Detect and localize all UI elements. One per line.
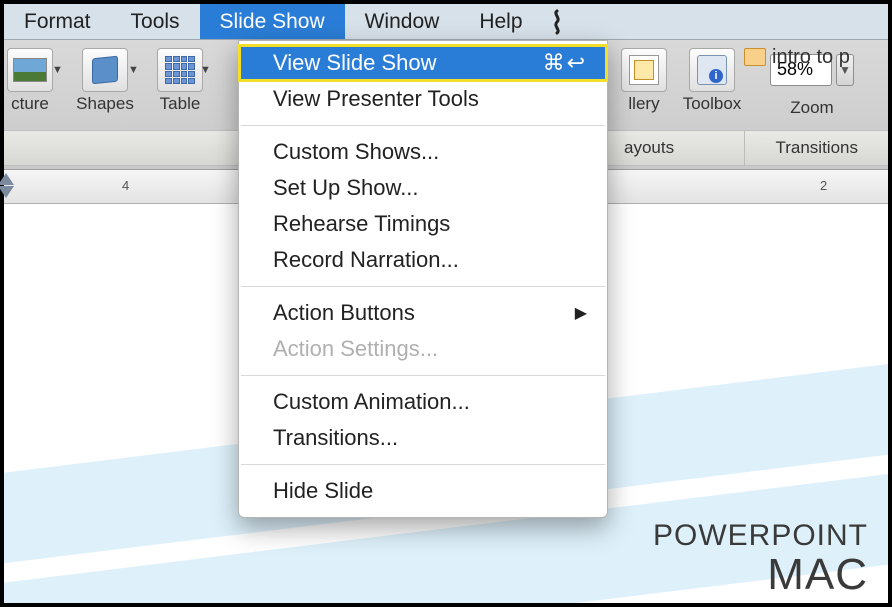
menu-item-set-up-show[interactable]: Set Up Show...	[239, 170, 607, 206]
toolbox-button[interactable]: Toolbox	[676, 46, 748, 114]
indent-bottom-icon[interactable]	[0, 186, 14, 198]
menu-format[interactable]: Format	[4, 4, 111, 39]
slide-show-dropdown: View Slide Show ⌘↩ View Presenter Tools Cus…	[238, 40, 608, 518]
watermark-line2: MAC	[653, 553, 868, 597]
picture-icon	[7, 48, 53, 92]
menu-item-action-buttons[interactable]: Action Buttons ▶	[239, 295, 607, 331]
menu-item-label: Custom Shows...	[273, 139, 439, 165]
menu-item-label: Rehearse Timings	[273, 211, 450, 237]
menu-slide-show[interactable]: Slide Show	[200, 4, 345, 39]
table-button[interactable]: Table ▼	[150, 46, 210, 114]
chevron-down-icon[interactable]: ▼	[200, 64, 211, 76]
menu-item-label: Hide Slide	[273, 478, 373, 504]
menu-item-label: Set Up Show...	[273, 175, 419, 201]
indent-top-icon[interactable]	[0, 173, 14, 185]
menu-item-view-presenter-tools[interactable]: View Presenter Tools	[239, 81, 607, 117]
menu-item-label: View Slide Show	[273, 50, 436, 76]
gallery-label: llery	[614, 94, 674, 114]
menu-item-record-narration[interactable]: Record Narration...	[239, 242, 607, 278]
gallery-button[interactable]: llery	[614, 46, 674, 114]
gallery-icon	[621, 48, 667, 92]
chevron-down-icon[interactable]: ▼	[128, 64, 139, 76]
menu-tools[interactable]: Tools	[111, 4, 200, 39]
toolbox-icon	[689, 48, 735, 92]
tab-layouts[interactable]: ayouts	[604, 131, 694, 165]
shapes-button[interactable]: Shapes ▼	[70, 46, 140, 114]
menu-item-custom-shows[interactable]: Custom Shows...	[239, 134, 607, 170]
script-menu-icon[interactable]	[543, 4, 571, 39]
menu-separator	[241, 464, 605, 465]
table-icon	[157, 48, 203, 92]
menu-item-action-settings: Action Settings...	[239, 331, 607, 367]
shapes-label: Shapes	[70, 94, 140, 114]
watermark: POWERPOINT MAC	[653, 519, 868, 597]
ruler-mark: 4	[122, 178, 129, 193]
menu-item-label: Action Buttons	[273, 300, 415, 326]
shapes-icon	[82, 48, 128, 92]
menu-item-label: Custom Animation...	[273, 389, 470, 415]
table-label: Table	[150, 94, 210, 114]
menu-help[interactable]: Help	[459, 4, 542, 39]
keyboard-shortcut: ⌘↩	[543, 50, 587, 76]
menu-bar: Format Tools Slide Show Window Help	[4, 4, 888, 40]
menu-item-custom-animation[interactable]: Custom Animation...	[239, 384, 607, 420]
watermark-line1: POWERPOINT	[653, 519, 868, 553]
toolbox-label: Toolbox	[676, 94, 748, 114]
document-icon	[744, 48, 766, 66]
picture-button[interactable]: cture ▼	[0, 46, 60, 114]
zoom-label: Zoom	[790, 98, 833, 118]
menu-window[interactable]: Window	[345, 4, 460, 39]
menu-item-label: View Presenter Tools	[273, 86, 479, 112]
menu-item-label: Action Settings...	[273, 336, 438, 362]
tab-transitions[interactable]: Transitions	[744, 131, 888, 165]
menu-item-label: Record Narration...	[273, 247, 459, 273]
ruler-mark: 2	[820, 178, 827, 193]
menu-item-view-slide-show[interactable]: View Slide Show ⌘↩	[239, 45, 607, 81]
menu-item-transitions[interactable]: Transitions...	[239, 420, 607, 456]
submenu-arrow-icon: ▶	[575, 303, 587, 323]
document-name: intro to p	[744, 46, 850, 69]
menu-separator	[241, 375, 605, 376]
menu-separator	[241, 286, 605, 287]
menu-item-label: Transitions...	[273, 425, 398, 451]
chevron-down-icon[interactable]: ▼	[52, 64, 63, 76]
menu-separator	[241, 125, 605, 126]
menu-item-rehearse-timings[interactable]: Rehearse Timings	[239, 206, 607, 242]
picture-label: cture	[0, 94, 60, 114]
menu-item-hide-slide[interactable]: Hide Slide	[239, 473, 607, 509]
